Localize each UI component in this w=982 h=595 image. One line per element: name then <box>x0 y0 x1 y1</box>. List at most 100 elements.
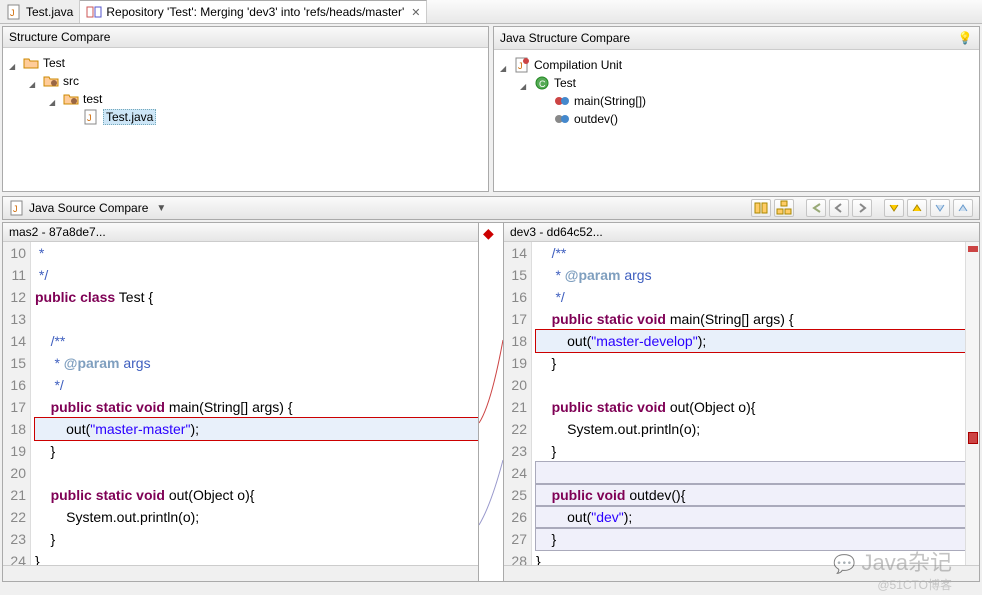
code-line[interactable]: */ <box>35 264 478 286</box>
package-folder-icon <box>43 73 59 89</box>
tree-item[interactable]: test <box>9 90 482 108</box>
pane-title: Structure Compare <box>9 30 110 44</box>
dropdown-arrow-icon[interactable]: ▼ <box>152 203 166 214</box>
close-icon[interactable]: ✕ <box>408 6 420 19</box>
next-diff-button[interactable] <box>884 199 904 217</box>
expand-arrow-icon[interactable] <box>9 58 19 68</box>
java-structure-pane: Java Structure Compare 💡 J Compilation Un… <box>493 26 980 192</box>
code-line[interactable] <box>536 374 979 396</box>
watermark-sub: @51CTO博客 <box>877 576 952 593</box>
code-line[interactable]: out("dev"); <box>536 506 979 528</box>
copy-all-left-button[interactable] <box>806 199 826 217</box>
expand-arrow-icon[interactable] <box>520 78 530 88</box>
folder-open-icon <box>23 55 39 71</box>
code-line[interactable]: System.out.println(o); <box>536 418 979 440</box>
tab-merge[interactable]: Repository 'Test': Merging 'dev3' into '… <box>80 0 427 23</box>
watermark: 💬 Java杂记 <box>833 545 952 577</box>
code-line[interactable]: out("master-master"); <box>35 418 478 440</box>
code-line[interactable]: out("master-develop"); <box>536 330 979 352</box>
code-line[interactable]: * @param args <box>536 264 979 286</box>
left-diff-header: mas2 - 87a8de7... <box>3 223 478 242</box>
code-line[interactable]: public void outdev(){ <box>536 484 979 506</box>
structure-compare-pane: Structure Compare Test srctest JTest.java <box>2 26 489 192</box>
conflict-marker-icon: ◆ <box>483 225 494 242</box>
diff-annotation[interactable] <box>968 432 978 444</box>
tree-item-label: src <box>63 74 79 88</box>
next-change-button[interactable] <box>930 199 950 217</box>
code-line[interactable]: /** <box>536 242 979 264</box>
code-line[interactable]: public static void out(Object o){ <box>536 396 979 418</box>
code-line[interactable] <box>35 308 478 330</box>
code-line[interactable]: } <box>536 440 979 462</box>
comp-unit-icon: J <box>514 57 530 73</box>
code-line[interactable]: public static void main(String[] args) { <box>536 308 979 330</box>
method-add-icon <box>554 111 570 127</box>
two-way-toggle-button[interactable] <box>751 199 771 217</box>
tab-label: Test.java <box>26 5 73 19</box>
tree-item-label: outdev() <box>574 112 618 126</box>
code-line[interactable]: * <box>35 242 478 264</box>
copy-left-button[interactable] <box>829 199 849 217</box>
expand-arrow-icon[interactable] <box>540 114 550 124</box>
java-file-icon: J <box>83 109 99 125</box>
tree-item-label: Test <box>554 76 576 90</box>
code-line[interactable]: */ <box>536 286 979 308</box>
expand-arrow-icon[interactable] <box>540 96 550 106</box>
java-file-icon: J <box>6 4 22 20</box>
svg-text:J: J <box>10 8 15 18</box>
structure-tree[interactable]: Test srctest JTest.java <box>3 48 488 191</box>
tree-item[interactable]: J Compilation Unit <box>500 56 973 74</box>
code-line[interactable]: * @param args <box>35 352 478 374</box>
java-structure-tree[interactable]: J Compilation Unit C Test main(String[]) outd… <box>494 50 979 191</box>
compare-toolbar <box>751 199 973 217</box>
tree-item[interactable]: JTest.java <box>9 108 482 126</box>
svg-text:C: C <box>539 79 546 89</box>
code-line[interactable]: public static void out(Object o){ <box>35 484 478 506</box>
expand-arrow-icon[interactable] <box>29 76 39 86</box>
left-code[interactable]: 101112131415161718192021222324 * */publi… <box>3 242 478 565</box>
source-compare-header: J Java Source Compare ▼ <box>2 196 980 220</box>
tree-item[interactable]: src <box>9 72 482 90</box>
code-line[interactable]: */ <box>35 374 478 396</box>
java-file-icon: J <box>9 200 25 216</box>
code-line[interactable]: System.out.println(o); <box>35 506 478 528</box>
tree-item-label: Compilation Unit <box>534 58 622 72</box>
package-folder-icon <box>63 91 79 107</box>
compare-panes: Structure Compare TestsrctestJTest.java … <box>0 24 982 194</box>
expand-arrow-icon[interactable] <box>49 94 59 104</box>
tree-item-label: test <box>83 92 102 106</box>
compare-icon <box>86 4 102 20</box>
prev-change-button[interactable] <box>953 199 973 217</box>
tree-item[interactable]: outdev() <box>500 110 973 128</box>
code-line[interactable]: public static void main(String[] args) { <box>35 396 478 418</box>
code-line[interactable]: public class Test { <box>35 286 478 308</box>
code-line[interactable]: } <box>536 352 979 374</box>
expand-arrow-icon[interactable] <box>69 112 79 122</box>
ancestor-toggle-button[interactable] <box>774 199 794 217</box>
copy-right-button[interactable] <box>852 199 872 217</box>
pane-title: Java Structure Compare <box>500 31 630 45</box>
tab-testjava[interactable]: J Test.java <box>0 0 80 23</box>
overview-ruler[interactable] <box>965 242 979 565</box>
expand-arrow-icon[interactable] <box>500 60 510 70</box>
h-scrollbar[interactable] <box>3 565 478 581</box>
lightbulb-icon[interactable]: 💡 <box>957 30 973 46</box>
method-diff-icon <box>554 93 570 109</box>
code-line[interactable]: } <box>35 528 478 550</box>
code-line[interactable]: } <box>35 550 478 565</box>
tree-item[interactable]: main(String[]) <box>500 92 973 110</box>
tree-item[interactable]: C Test <box>500 74 973 92</box>
tree-item[interactable]: Test <box>9 54 482 72</box>
right-diff-header: dev3 - dd64c52... <box>504 223 979 242</box>
prev-diff-button[interactable] <box>907 199 927 217</box>
code-line[interactable]: } <box>35 440 478 462</box>
right-code[interactable]: 14151617181920212223242526272829 /** * @… <box>504 242 979 565</box>
code-line[interactable] <box>35 462 478 484</box>
svg-text:J: J <box>518 61 523 71</box>
diff-annotation[interactable] <box>968 246 978 252</box>
diff-gutter[interactable]: ◆ <box>479 222 503 582</box>
code-line[interactable]: /** <box>35 330 478 352</box>
code-line[interactable] <box>536 462 979 484</box>
tree-item-label: Test <box>43 56 65 70</box>
svg-text:J: J <box>13 204 18 214</box>
